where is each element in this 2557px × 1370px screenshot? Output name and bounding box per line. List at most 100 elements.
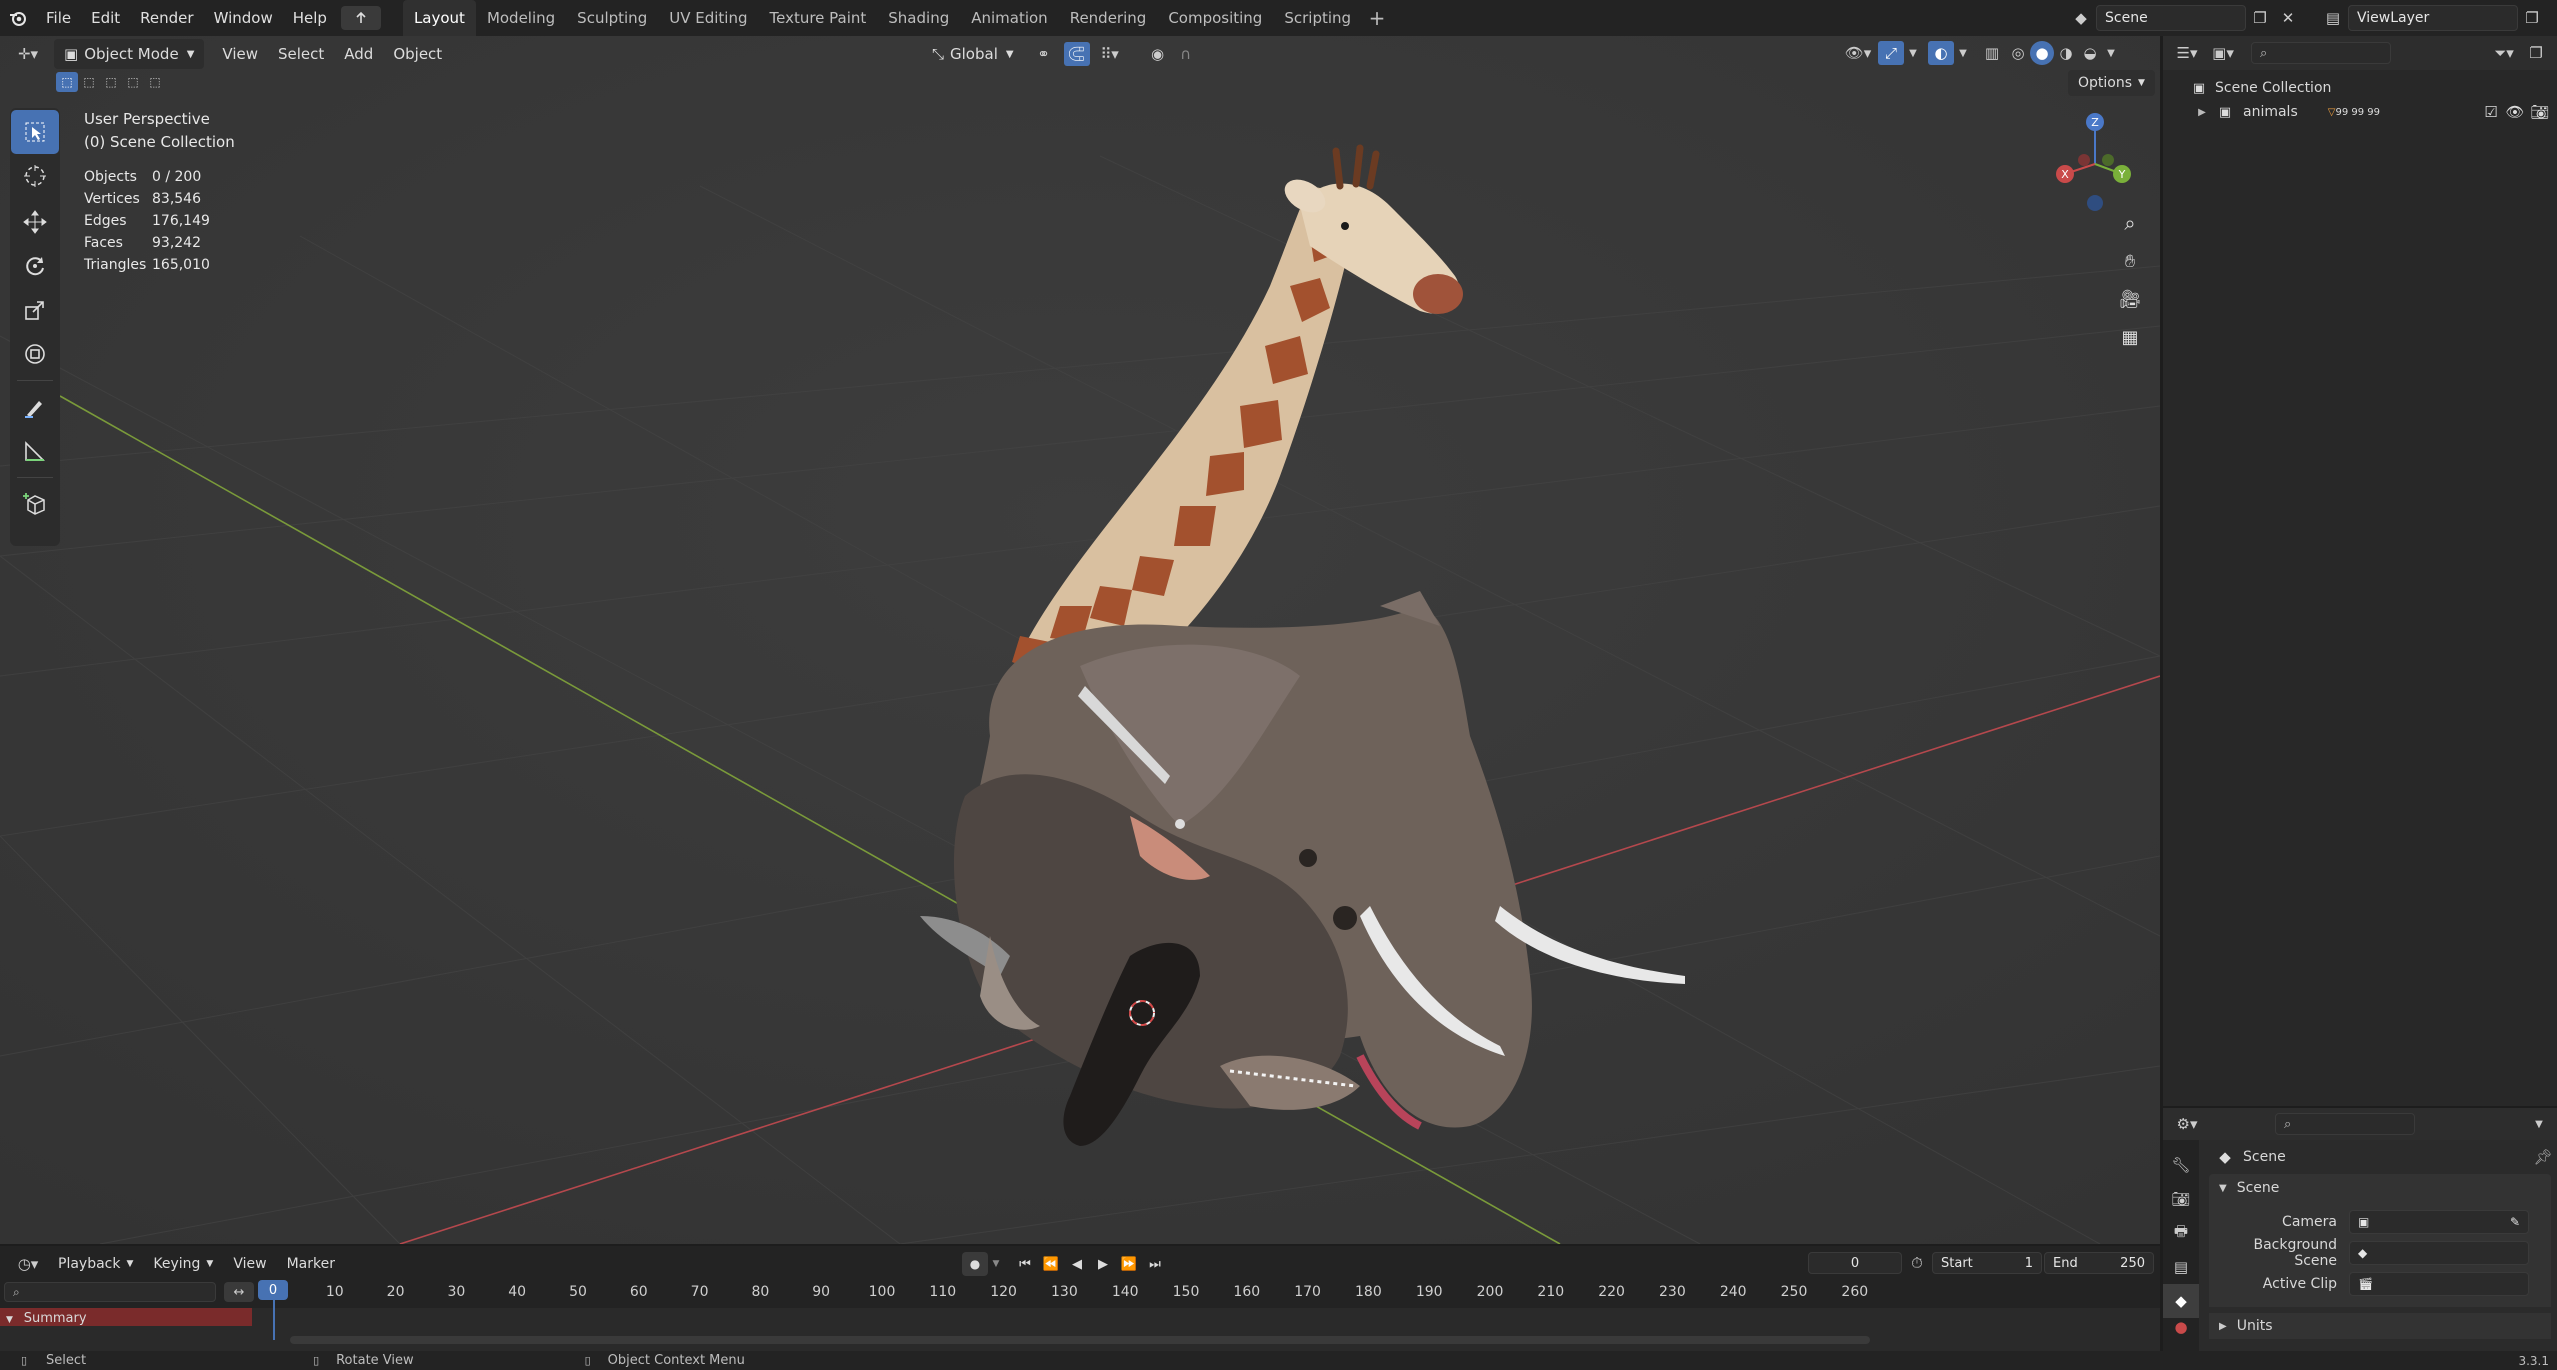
overlays-dropdown-icon[interactable]: ▼ — [1954, 39, 1972, 67]
active-clip-field[interactable]: 🎬︎ — [2349, 1271, 2529, 1296]
annotate-tool[interactable] — [11, 385, 59, 429]
tab-shading[interactable]: Shading — [877, 0, 960, 36]
gizmo-neg-x[interactable] — [2078, 154, 2090, 166]
transform-tool[interactable] — [11, 332, 59, 376]
snap-icon[interactable]: 🧲︎ — [1063, 42, 1090, 66]
record-dropdown-icon[interactable]: ▼ — [988, 1252, 1004, 1276]
options-dropdown[interactable]: Options ▼ — [2068, 70, 2155, 96]
scene-name-field[interactable]: Scene — [2096, 5, 2246, 31]
timeline-scrollbar[interactable] — [290, 1336, 1870, 1344]
viewport-menu-object[interactable]: Object — [383, 39, 452, 69]
shading-dropdown-icon[interactable]: ▼ — [2102, 39, 2120, 67]
exclude-checkbox-icon[interactable]: ☑ — [2479, 103, 2503, 121]
navigation-gizmo[interactable]: Z X Y — [2040, 104, 2150, 214]
filter-icon[interactable]: ⏷▾ — [2487, 40, 2521, 66]
rotate-tool[interactable] — [11, 244, 59, 288]
timeline-menu-view[interactable]: View — [223, 1249, 276, 1279]
outliner-scene-collection[interactable]: ▣ Scene Collection — [2163, 76, 2557, 100]
wireframe-shading-icon[interactable]: ◎ — [2006, 39, 2030, 67]
3d-viewport[interactable]: ✛▾ ▣ Object Mode ▼ View Select Add Objec… — [0, 36, 2160, 1244]
tab-layout[interactable]: Layout — [402, 0, 476, 36]
display-mode-icon[interactable]: ▣▾ — [2205, 40, 2241, 66]
move-tool[interactable] — [11, 200, 59, 244]
playhead-frame-badge[interactable]: 0 — [258, 1280, 288, 1300]
jump-start-icon[interactable]: ⏮ — [1012, 1257, 1038, 1272]
add-workspace-icon[interactable]: + — [1362, 0, 1392, 36]
measure-tool[interactable] — [11, 429, 59, 473]
add-cube-tool[interactable] — [11, 482, 59, 526]
timeline-track-area[interactable] — [0, 1308, 2160, 1351]
viewport-menu-view[interactable]: View — [212, 39, 268, 69]
scene-icon[interactable]: ◆ — [2066, 4, 2096, 32]
render-camera-icon[interactable]: 📷︎ — [2527, 103, 2553, 121]
new-collection-icon[interactable]: ❐ — [2521, 40, 2551, 66]
visibility-eye-icon[interactable]: 👁︎ — [2503, 103, 2527, 121]
sync-toggle-icon[interactable]: ↔ — [224, 1282, 254, 1302]
viewport-menu-add[interactable]: Add — [334, 39, 383, 69]
xray-icon[interactable]: ▥ — [1978, 39, 2006, 67]
render-tab-icon[interactable]: 📷︎ — [2163, 1182, 2199, 1216]
tab-compositing[interactable]: Compositing — [1157, 0, 1273, 36]
snap-target-icon[interactable]: ⠿▾ — [1090, 40, 1130, 68]
current-frame-field[interactable]: 0 — [1808, 1252, 1902, 1274]
playhead-line[interactable] — [273, 1296, 275, 1340]
scene-tab-icon[interactable]: ◆ — [2163, 1284, 2199, 1318]
overlays-toggle-icon[interactable]: ◐ — [1928, 41, 1954, 65]
viewport-menu-select[interactable]: Select — [268, 39, 334, 69]
timeline-editor-icon[interactable]: ◷▾ — [8, 1251, 48, 1277]
pivot-point-icon[interactable]: ⚭ — [1024, 40, 1064, 68]
upload-icon[interactable] — [340, 6, 381, 30]
delete-scene-icon[interactable]: ✕ — [2274, 4, 2302, 32]
gizmo-neg-z[interactable] — [2087, 195, 2103, 211]
pan-hand-icon[interactable]: ✋︎ — [2112, 242, 2148, 280]
gizmo-toggle-icon[interactable]: ⤢ — [1878, 41, 1904, 65]
view-layer-field[interactable]: ViewLayer — [2348, 5, 2518, 31]
view-layer-icon[interactable]: ▤ — [2318, 4, 2348, 32]
eyedropper-icon[interactable]: ✎ — [2510, 1215, 2520, 1229]
units-panel-header[interactable]: ▶ Units — [2209, 1313, 2551, 1339]
output-tab-icon[interactable]: 🖶︎ — [2163, 1216, 2199, 1250]
camera-field[interactable]: ▣ ✎ — [2349, 1209, 2529, 1234]
world-tab-icon[interactable]: ● — [2163, 1318, 2199, 1336]
select-box-tool[interactable] — [11, 110, 59, 154]
timeline-menu-keying[interactable]: Keying ▼ — [143, 1249, 223, 1279]
timeline-menu-playback[interactable]: Playback ▼ — [48, 1249, 143, 1279]
transform-orientation-dropdown[interactable]: ⤡ Global ▼ — [922, 39, 1024, 69]
solid-shading-icon[interactable]: ● — [2030, 41, 2054, 65]
proportional-edit-icon[interactable]: ◉ — [1144, 40, 1172, 68]
zoom-icon[interactable]: ⌕ — [2112, 204, 2148, 242]
tab-rendering[interactable]: Rendering — [1059, 0, 1158, 36]
blender-logo-icon[interactable] — [0, 0, 36, 36]
background-scene-field[interactable]: ◆ — [2349, 1240, 2529, 1265]
play-reverse-icon[interactable]: ◀ — [1064, 1257, 1090, 1272]
play-icon[interactable]: ▶ — [1090, 1257, 1116, 1272]
jump-end-icon[interactable]: ⏭ — [1142, 1257, 1168, 1272]
gizmo-dropdown-icon[interactable]: ▼ — [1904, 39, 1922, 67]
timeline-menu-marker[interactable]: Marker — [277, 1249, 345, 1279]
rendered-shading-icon[interactable]: ◒ — [2078, 39, 2102, 67]
view-layer-tab-icon[interactable]: ▤ — [2163, 1250, 2199, 1284]
expand-arrow-icon[interactable]: ▶ — [2195, 107, 2209, 118]
end-frame-field[interactable]: End 250 — [2044, 1252, 2154, 1274]
properties-editor-icon[interactable]: ⚙▾ — [2169, 1111, 2205, 1137]
outliner-editor-icon[interactable]: ☰▾ — [2169, 40, 2205, 66]
tab-modeling[interactable]: Modeling — [476, 0, 566, 36]
tab-animation[interactable]: Animation — [960, 0, 1058, 36]
object-mode-dropdown[interactable]: ▣ Object Mode ▼ — [54, 39, 205, 69]
falloff-icon[interactable]: ∩ — [1172, 40, 1200, 68]
select-intersect-icon[interactable]: ⬚ — [144, 72, 166, 92]
menu-file[interactable]: File — [36, 0, 81, 36]
stopwatch-icon[interactable]: ⏱ — [1902, 1254, 1932, 1272]
new-scene-icon[interactable]: ❐ — [2246, 4, 2274, 32]
select-subtract-icon[interactable]: ⬚ — [100, 72, 122, 92]
select-invert-icon[interactable]: ⬚ — [122, 72, 144, 92]
summary-row[interactable]: ▼ Summary — [0, 1308, 252, 1326]
gizmo-neg-y[interactable] — [2102, 154, 2114, 166]
tab-texture-paint[interactable]: Texture Paint — [758, 0, 877, 36]
pin-icon[interactable]: 📌︎ — [2529, 1148, 2557, 1166]
scene-panel-header[interactable]: ▼ Scene — [2209, 1174, 2551, 1202]
start-frame-field[interactable]: Start 1 — [1932, 1252, 2042, 1274]
properties-options-icon[interactable]: ▼ — [2527, 1119, 2551, 1130]
tab-scripting[interactable]: Scripting — [1273, 0, 1362, 36]
properties-search-input[interactable]: ⌕ — [2275, 1113, 2415, 1135]
